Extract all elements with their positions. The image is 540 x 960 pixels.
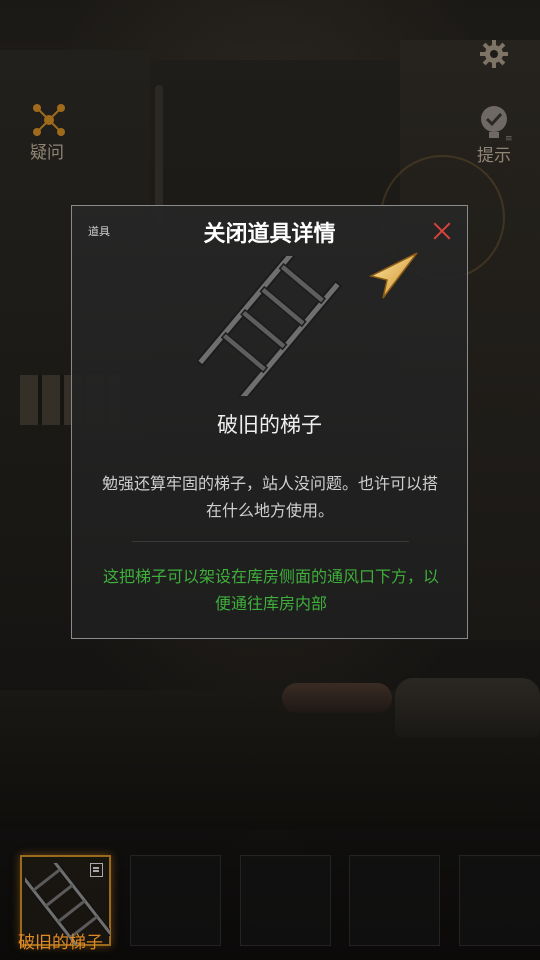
rusty-tank: [282, 683, 392, 713]
inventory-slot-5[interactable]: [459, 855, 540, 946]
item-name: 破旧的梯子: [217, 413, 322, 437]
modal-divider: [132, 541, 409, 542]
selected-item-label: 破旧的梯子: [18, 933, 103, 953]
abandoned-car: [395, 678, 540, 738]
modal-title[interactable]: 关闭道具详情: [72, 212, 467, 248]
doubt-button[interactable]: 疑问: [22, 98, 79, 163]
inventory-slot-3[interactable]: [240, 855, 331, 946]
inventory-slot-4[interactable]: [349, 855, 440, 946]
tap-pointer-icon: [368, 252, 418, 299]
hint-button[interactable]: ≡ 提示: [468, 103, 520, 166]
inventory-bar: 破旧的梯子: [0, 828, 540, 960]
doubt-label: 疑问: [30, 143, 64, 163]
svg-text:≡: ≡: [505, 134, 513, 143]
close-icon[interactable]: [431, 220, 453, 242]
item-description: 勉强还算牢固的梯子，站人没问题。也许可以搭在什么地方使用。: [101, 474, 438, 520]
network-icon: [33, 98, 79, 136]
document-icon[interactable]: [90, 863, 103, 877]
wall-pipe: [155, 85, 163, 225]
item-clue: 这把梯子可以架设在库房侧面的通风口下方，以便通往库房内部: [102, 567, 439, 613]
settings-button[interactable]: [478, 38, 510, 70]
gear-icon: [480, 40, 508, 68]
inventory-slot-2[interactable]: [130, 855, 221, 946]
lightbulb-icon: ≡: [481, 106, 513, 144]
ladder-icon: [197, 256, 343, 396]
hint-label: 提示: [477, 146, 511, 166]
